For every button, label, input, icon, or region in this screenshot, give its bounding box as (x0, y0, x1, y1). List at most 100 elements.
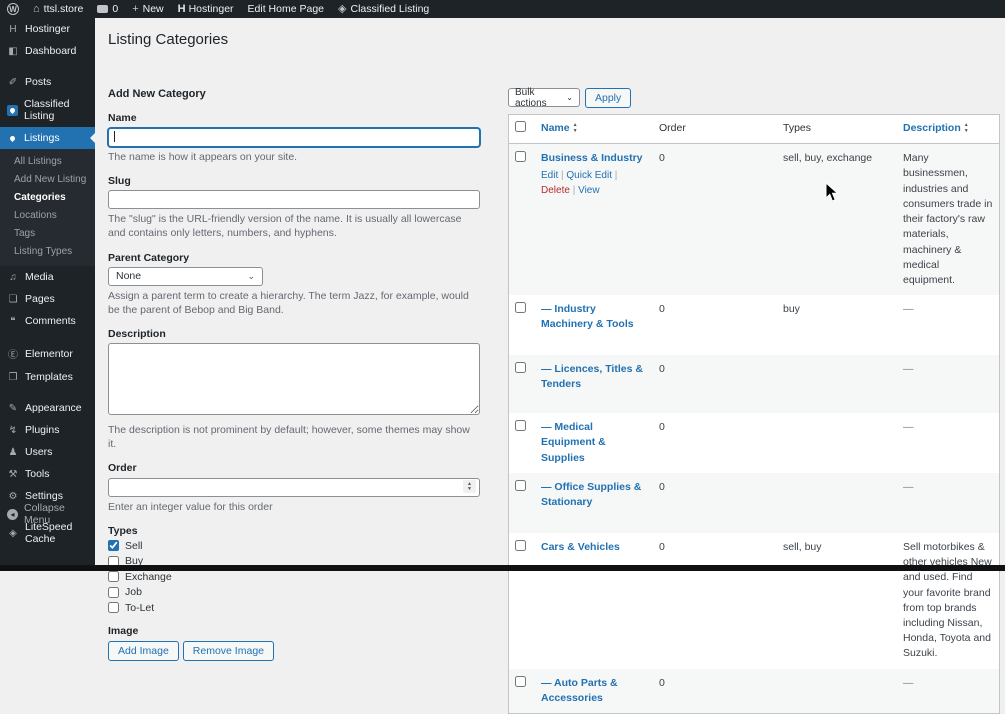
diamond-icon: ◈ (338, 4, 346, 15)
row-checkbox[interactable] (515, 302, 526, 313)
sidebar-item-appearance[interactable]: ✎ Appearance (0, 397, 95, 419)
sidebar-item-plugins[interactable]: ↯ Plugins (0, 419, 95, 441)
new-content-menu[interactable]: + New (125, 0, 170, 18)
bulk-actions-select[interactable]: Bulk actions ⌄ (508, 88, 580, 107)
pages-icon: ❏ (7, 294, 19, 305)
row-checkbox[interactable] (515, 420, 526, 431)
wordpress-logo-menu[interactable]: W (0, 0, 26, 18)
home-icon: ⌂ (33, 4, 40, 15)
row-checkbox[interactable] (515, 676, 526, 687)
job-checkbox[interactable] (108, 587, 119, 598)
category-link[interactable]: — Medical Equipment & Supplies (541, 421, 606, 463)
description-cell: — (897, 473, 999, 533)
hostinger-menu[interactable]: H Hostinger (171, 0, 241, 18)
select-all-checkbox[interactable] (515, 121, 526, 132)
sidebar-item-listings[interactable]: Listings (0, 127, 95, 149)
delete-link[interactable]: Delete (541, 185, 570, 196)
types-cell (777, 473, 897, 533)
plus-icon: + (132, 4, 138, 15)
category-link[interactable]: Cars & Vehicles (541, 541, 620, 553)
classified-listing-menu[interactable]: ◈ Classified Listing (331, 0, 436, 18)
category-link[interactable]: — Industry Machinery & Tools (541, 303, 634, 330)
remove-image-button[interactable]: Remove Image (183, 641, 274, 661)
sidebar-item-media[interactable]: ♫ Media (0, 266, 95, 288)
name-column-label: Name (541, 121, 570, 136)
submenu-all-listings[interactable]: All Listings (0, 152, 95, 170)
bulk-actions-bar: Bulk actions ⌄ Apply (508, 88, 1002, 108)
quick-edit-link[interactable]: Quick Edit (566, 170, 612, 181)
add-image-button[interactable]: Add Image (108, 641, 179, 661)
sidebar-item-posts[interactable]: ✐ Posts (0, 71, 95, 93)
wrench-icon: ⚒ (7, 469, 19, 480)
comments-link[interactable]: 0 (90, 0, 125, 18)
sidebar-item-comments[interactable]: ❝ Comments (0, 310, 95, 332)
collapse-menu-label: Collapse Menu (24, 502, 88, 526)
sidebar-item-hostinger[interactable]: H Hostinger (0, 18, 95, 40)
submenu-categories[interactable]: Categories (0, 188, 95, 206)
row-checkbox[interactable] (515, 540, 526, 551)
order-input[interactable] (108, 478, 480, 497)
submenu-add-new-listing[interactable]: Add New Listing (0, 170, 95, 188)
types-cell: buy (777, 295, 897, 355)
sidebar-label: Pages (25, 293, 55, 305)
description-help: The description is not prominent by defa… (108, 423, 480, 451)
category-link[interactable]: Business & Industry (541, 152, 643, 164)
description-cell: — (897, 295, 999, 355)
description-textarea[interactable] (108, 343, 480, 415)
collapse-menu-button[interactable]: ◂ Collapse Menu (0, 497, 95, 531)
type-option-job: Job (108, 586, 480, 598)
edit-home-page-link[interactable]: Edit Home Page (241, 0, 331, 18)
parent-category-label: Parent Category (108, 252, 480, 264)
category-link[interactable]: — Licences, Titles & Tenders (541, 363, 643, 390)
name-column-header[interactable]: Name ▲▼ (541, 121, 578, 136)
view-link[interactable]: View (578, 185, 600, 196)
sidebar-item-elementor[interactable]: Ⓔ Elementor (0, 341, 95, 366)
number-stepper-icon[interactable]: ▲▼ (463, 480, 476, 493)
sidebar-label: Classified Listing (24, 98, 88, 122)
description-cell: — (897, 669, 999, 713)
plugin-icon: ↯ (7, 425, 19, 436)
comments-icon: ❝ (7, 316, 19, 327)
bottom-edge-strip (0, 565, 1005, 571)
description-column-header[interactable]: Description ▲▼ (903, 121, 969, 136)
sidebar-label: Posts (25, 76, 51, 88)
exchange-checkbox[interactable] (108, 571, 119, 582)
order-cell: 0 (653, 144, 777, 295)
name-label: Name (108, 112, 480, 124)
submenu-listing-types[interactable]: Listing Types (0, 242, 95, 260)
sidebar-item-users[interactable]: ♟ Users (0, 441, 95, 463)
image-label: Image (108, 625, 480, 637)
sidebar-label: Tools (25, 468, 50, 480)
sidebar-item-templates[interactable]: ❐ Templates (0, 366, 95, 388)
row-checkbox[interactable] (515, 362, 526, 373)
sidebar-item-pages[interactable]: ❏ Pages (0, 288, 95, 310)
site-name-link[interactable]: ⌂ ttsl.store (26, 0, 90, 18)
slug-input[interactable] (108, 190, 480, 209)
apply-button[interactable]: Apply (585, 88, 631, 108)
order-cell: 0 (653, 473, 777, 533)
name-input[interactable] (108, 128, 480, 147)
parent-category-value: None (116, 270, 141, 282)
order-cell: 0 (653, 533, 777, 669)
edit-home-page-label: Edit Home Page (248, 3, 324, 15)
submenu-locations[interactable]: Locations (0, 206, 95, 224)
sidebar-item-dashboard[interactable]: ◧ Dashboard (0, 40, 95, 62)
sidebar-item-tools[interactable]: ⚒ Tools (0, 463, 95, 485)
brush-icon: ✎ (7, 403, 19, 414)
comments-count: 0 (112, 3, 118, 15)
to-let-checkbox[interactable] (108, 602, 119, 613)
sell-checkbox[interactable] (108, 540, 119, 551)
category-link[interactable]: — Auto Parts & Accessories (541, 677, 618, 704)
row-checkbox[interactable] (515, 480, 526, 491)
edit-link[interactable]: Edit (541, 170, 558, 181)
row-checkbox[interactable] (515, 151, 526, 162)
slug-field-group: Slug The "slug" is the URL-friendly vers… (108, 175, 480, 241)
location-pin-icon (7, 105, 18, 116)
category-link[interactable]: — Office Supplies & Stationary (541, 481, 641, 508)
submenu-tags[interactable]: Tags (0, 224, 95, 242)
sidebar-item-classified-listing[interactable]: Classified Listing (0, 93, 95, 127)
parent-category-select[interactable]: None ⌄ (108, 267, 263, 286)
name-help: The name is how it appears on your site. (108, 150, 480, 164)
text-caret (114, 131, 115, 142)
table-row: Business & Industry Edit | Quick Edit | … (509, 144, 999, 295)
